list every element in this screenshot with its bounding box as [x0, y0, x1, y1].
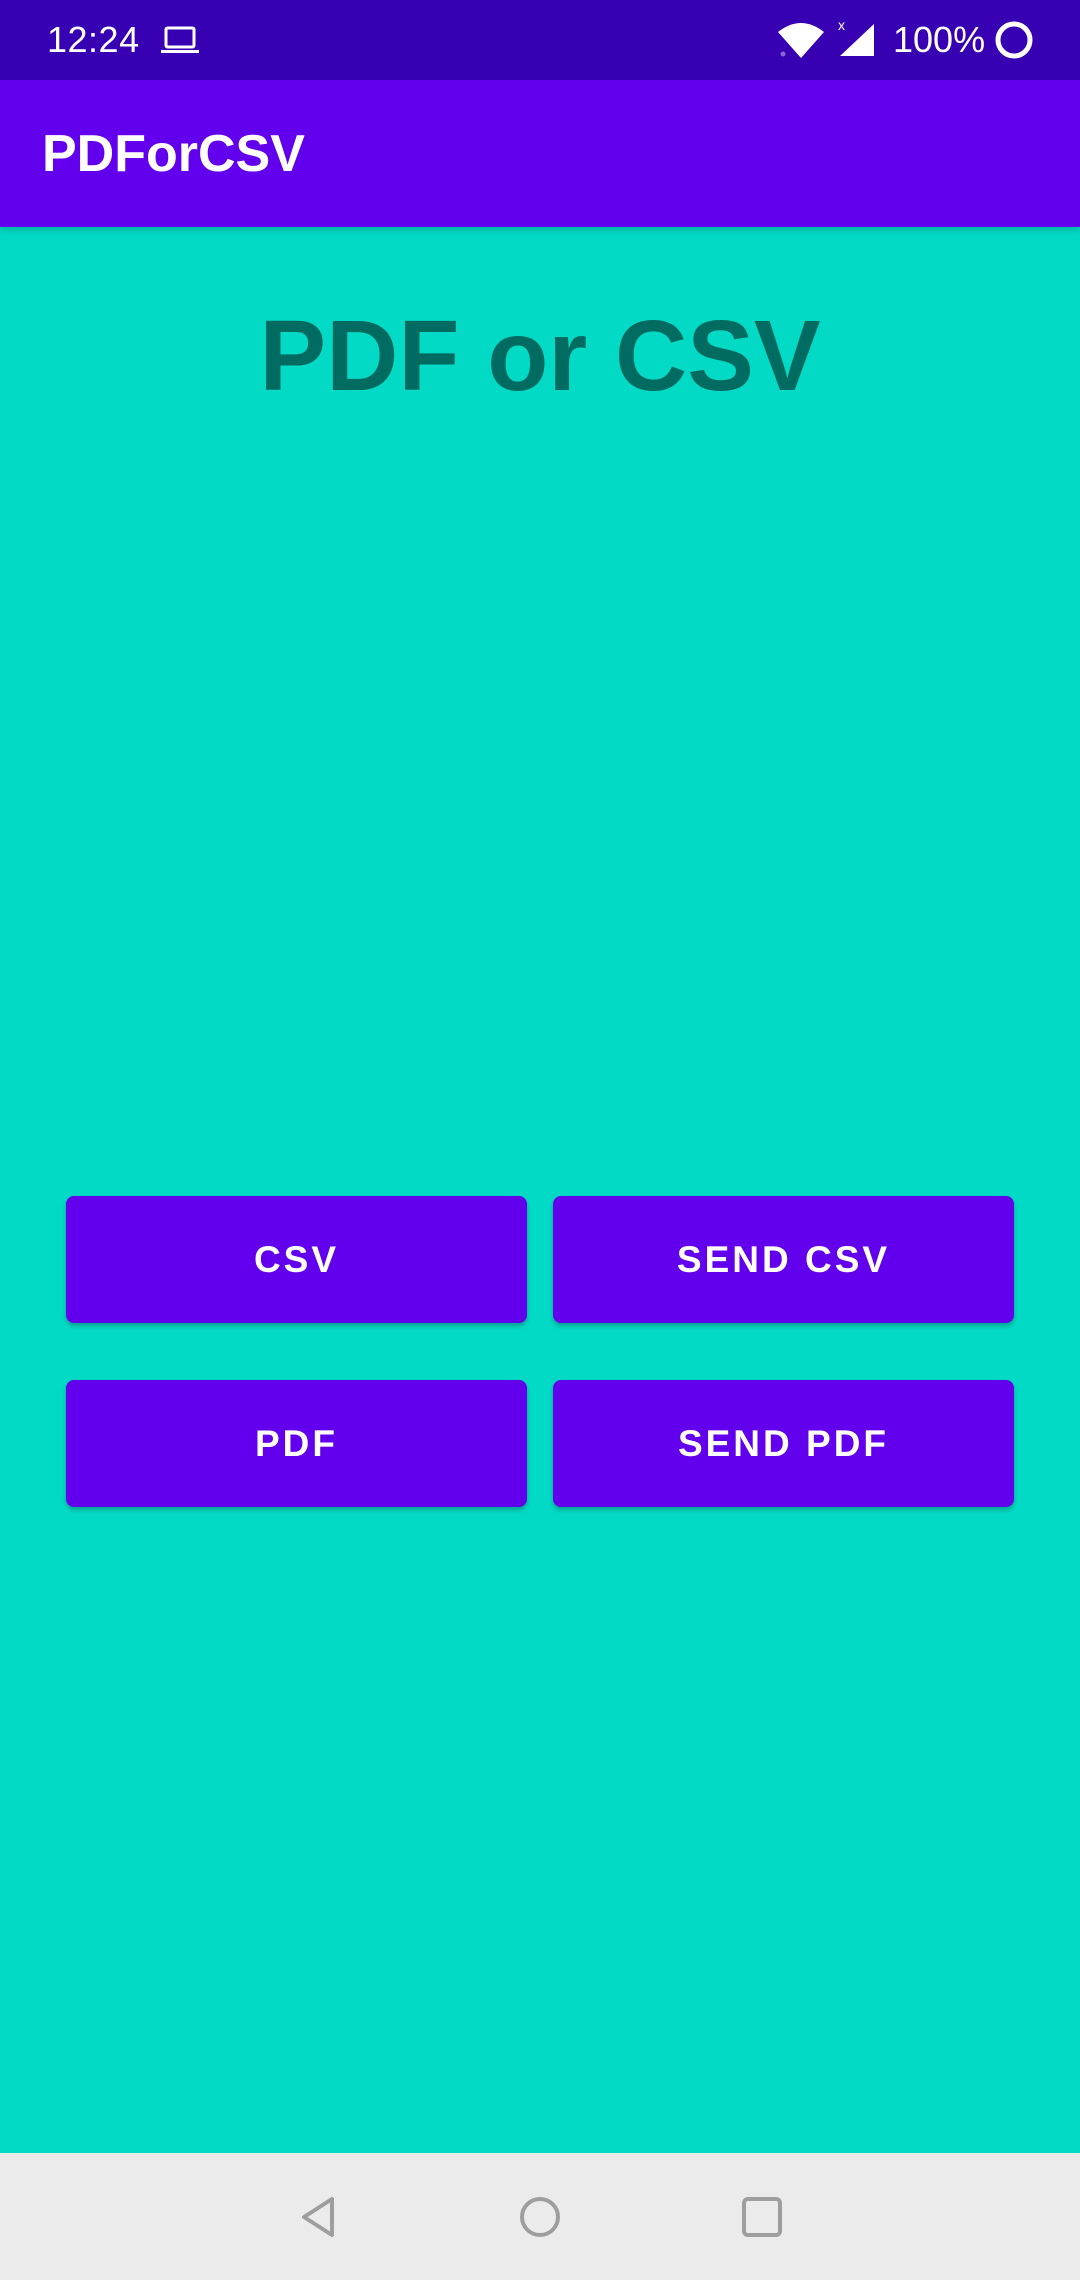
app-title: PDForCSV [42, 125, 305, 183]
signal-icon: x [838, 18, 874, 56]
app-bar: PDForCSV [0, 80, 1080, 227]
battery-icon [995, 21, 1033, 59]
send-csv-button[interactable]: SEND CSV [553, 1196, 1014, 1323]
laptop-icon [161, 26, 199, 53]
status-bar: 12:24 x 100% [0, 0, 1080, 80]
wifi-icon [778, 23, 824, 58]
page-title: PDF or CSV [259, 300, 821, 412]
pdf-button[interactable]: PDF [66, 1380, 527, 1507]
recents-icon[interactable] [740, 2195, 784, 2239]
battery-percent: 100% [893, 19, 986, 60]
status-time: 12:24 [47, 19, 140, 60]
csv-button[interactable]: CSV [66, 1196, 527, 1323]
home-icon[interactable] [518, 2195, 562, 2239]
signal-indicator: x [838, 18, 845, 33]
back-icon[interactable] [296, 2195, 340, 2239]
send-pdf-button[interactable]: SEND PDF [553, 1380, 1014, 1507]
